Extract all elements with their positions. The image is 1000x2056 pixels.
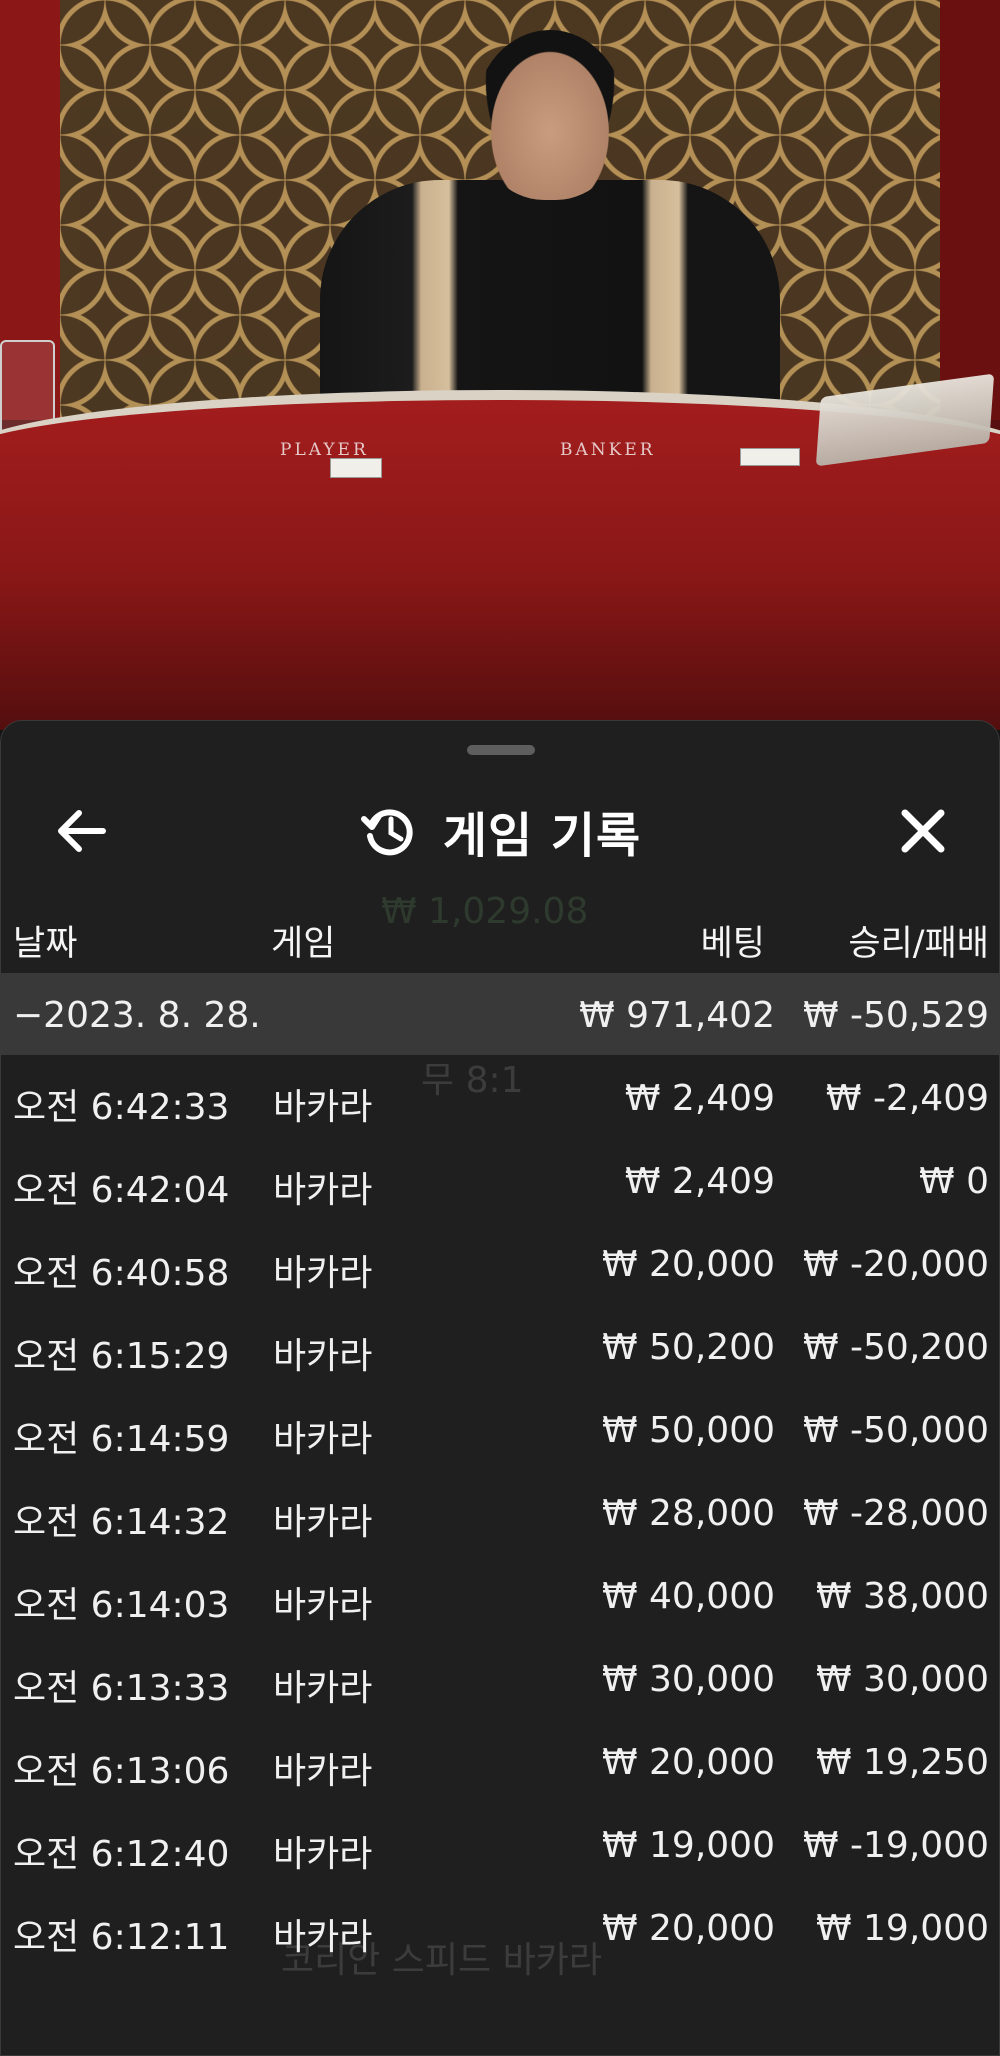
- row-time: 오전 6:12:11: [13, 1917, 230, 1958]
- row-game: 바카라: [273, 1751, 373, 1792]
- row-bet: ₩ 40,000: [601, 1576, 775, 1617]
- row-game: 바카라: [273, 1253, 373, 1294]
- row-game: 바카라: [273, 1170, 373, 1211]
- row-bet: ₩ 20,000: [601, 1742, 775, 1783]
- row-win-loss: ₩ 38,000: [815, 1576, 989, 1617]
- row-win-loss: ₩ -2,409: [825, 1078, 989, 1119]
- column-header-win-loss: 승리/패배: [848, 924, 989, 964]
- row-time: 오전 6:42:04: [13, 1170, 230, 1211]
- row-bet: ₩ 20,000: [601, 1908, 775, 1949]
- game-history-sheet: 게임 기록 ₩ 1,029.08 무 8:1 코리안 스피드 바카라 날짜 게임…: [0, 720, 1000, 2056]
- row-time: 오전 6:14:59: [13, 1419, 230, 1460]
- row-game: 바카라: [273, 1419, 373, 1460]
- row-time: 오전 6:12:40: [13, 1834, 230, 1875]
- wall-right: [940, 0, 1000, 420]
- close-button[interactable]: [883, 796, 963, 866]
- history-icon: [360, 809, 413, 856]
- column-headers: 날짜 게임 베팅 승리/패배: [1, 899, 999, 971]
- row-game: 바카라: [273, 1668, 373, 1709]
- row-bet: ₩ 50,200: [601, 1327, 775, 1368]
- column-header-game: 게임: [271, 924, 336, 964]
- row-time: 오전 6:42:33: [13, 1087, 230, 1128]
- row-time: 오전 6:13:06: [13, 1751, 230, 1792]
- row-game: 바카라: [273, 1502, 373, 1543]
- history-row[interactable]: 오전 6:42:33 바카라 ₩ 2,409 ₩ -2,409: [1, 1056, 999, 1139]
- group-bet-total: ₩ 971,402: [579, 995, 775, 1036]
- row-bet: ₩ 2,409: [624, 1161, 775, 1202]
- drag-handle[interactable]: [467, 745, 535, 755]
- row-bet: ₩ 50,000: [601, 1410, 775, 1451]
- table-label-player: PLAYER: [280, 440, 369, 460]
- history-row[interactable]: 오전 6:15:29 바카라 ₩ 50,200 ₩ -50,200: [1, 1305, 999, 1388]
- row-bet: ₩ 19,000: [601, 1825, 775, 1866]
- row-game: 바카라: [273, 1917, 373, 1958]
- column-header-date: 날짜: [13, 924, 78, 964]
- history-row[interactable]: 오전 6:12:40 바카라 ₩ 19,000 ₩ -19,000: [1, 1803, 999, 1886]
- history-row[interactable]: 오전 6:40:58 바카라 ₩ 20,000 ₩ -20,000: [1, 1222, 999, 1305]
- row-win-loss: ₩ -28,000: [803, 1493, 989, 1534]
- row-time: 오전 6:14:32: [13, 1502, 230, 1543]
- row-game: 바카라: [273, 1834, 373, 1875]
- row-time: 오전 6:13:33: [13, 1668, 230, 1709]
- live-video: PLAYER BANKER: [0, 0, 1000, 730]
- history-row[interactable]: 오전 6:13:06 바카라 ₩ 20,000 ₩ 19,250: [1, 1720, 999, 1803]
- row-win-loss: ₩ -19,000: [803, 1825, 989, 1866]
- column-header-bet: 베팅: [700, 924, 765, 964]
- player-card: [330, 458, 382, 478]
- group-win-loss-total: ₩ -50,529: [803, 995, 989, 1036]
- close-icon: [901, 809, 945, 853]
- row-time: 오전 6:14:03: [13, 1585, 230, 1626]
- sheet-header: 게임 기록: [1, 776, 999, 886]
- row-bet: ₩ 20,000: [601, 1244, 775, 1285]
- date-group-row[interactable]: −2023. 8. 28. ₩ 971,402 ₩ -50,529: [1, 973, 999, 1055]
- history-row[interactable]: 오전 6:14:32 바카라 ₩ 28,000 ₩ -28,000: [1, 1471, 999, 1554]
- row-game: 바카라: [273, 1336, 373, 1377]
- row-bet: ₩ 28,000: [601, 1493, 775, 1534]
- history-row[interactable]: 오전 6:13:33 바카라 ₩ 30,000 ₩ 30,000: [1, 1637, 999, 1720]
- dealer: [300, 20, 800, 440]
- row-win-loss: ₩ -20,000: [803, 1244, 989, 1285]
- history-row[interactable]: 오전 6:14:03 바카라 ₩ 40,000 ₩ 38,000: [1, 1554, 999, 1637]
- row-time: 오전 6:15:29: [13, 1336, 230, 1377]
- group-date: −2023. 8. 28.: [13, 995, 261, 1036]
- row-win-loss: ₩ -50,200: [803, 1327, 989, 1368]
- history-row[interactable]: 오전 6:14:59 바카라 ₩ 50,000 ₩ -50,000: [1, 1388, 999, 1471]
- banker-card: [740, 448, 800, 466]
- row-win-loss: ₩ 0: [919, 1161, 989, 1202]
- table-label-banker: BANKER: [560, 440, 656, 460]
- row-bet: ₩ 2,409: [624, 1078, 775, 1119]
- history-row[interactable]: 오전 6:12:11 바카라 ₩ 20,000 ₩ 19,000: [1, 1886, 999, 1969]
- history-row[interactable]: 오전 6:42:04 바카라 ₩ 2,409 ₩ 0: [1, 1139, 999, 1222]
- history-list: −2023. 8. 28. ₩ 971,402 ₩ -50,529 오전 6:4…: [1, 973, 999, 1969]
- sheet-title: 게임 기록: [442, 808, 642, 864]
- row-bet: ₩ 30,000: [601, 1659, 775, 1700]
- row-win-loss: ₩ 19,250: [815, 1742, 989, 1783]
- row-win-loss: ₩ 30,000: [815, 1659, 989, 1700]
- row-win-loss: ₩ -50,000: [803, 1410, 989, 1451]
- sheet-title-group: 게임 기록: [1, 796, 999, 866]
- row-game: 바카라: [273, 1585, 373, 1626]
- row-time: 오전 6:40:58: [13, 1253, 230, 1294]
- row-game: 바카라: [273, 1087, 373, 1128]
- dealer-head: [475, 30, 625, 200]
- row-win-loss: ₩ 19,000: [815, 1908, 989, 1949]
